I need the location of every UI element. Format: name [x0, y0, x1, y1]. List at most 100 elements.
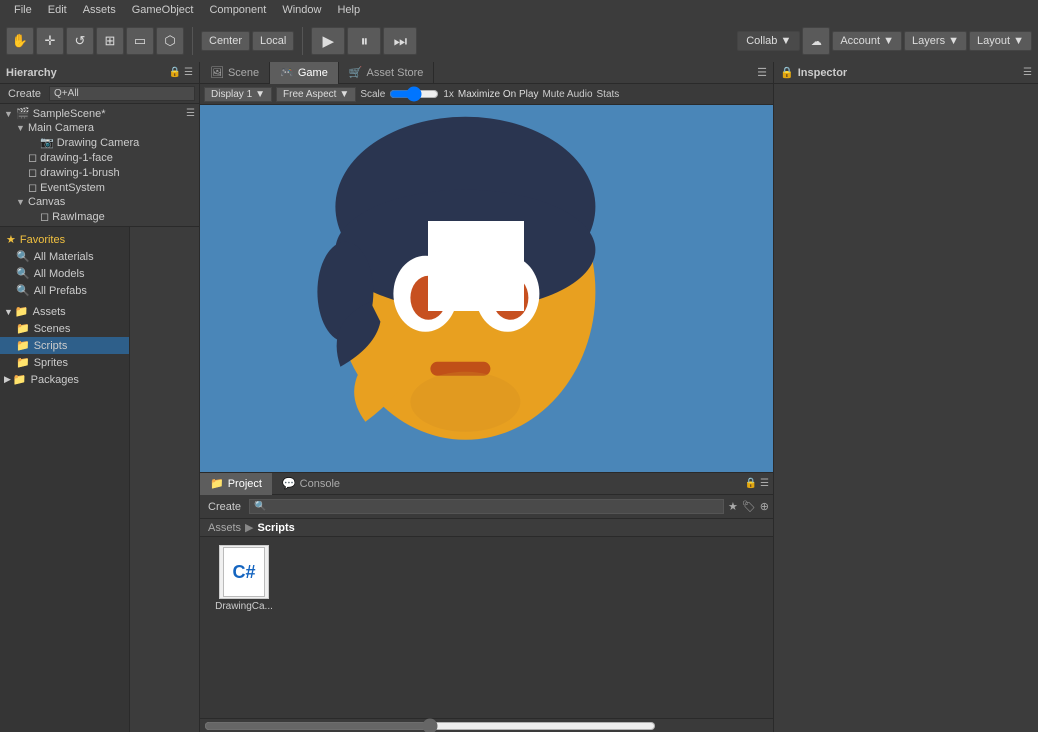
rotate-tool[interactable]: ↺: [66, 27, 94, 55]
hierarchy-item-canvas[interactable]: ▼ Canvas: [0, 195, 199, 209]
inspector-menu-icon[interactable]: ☰: [1023, 67, 1032, 78]
arrow-icon: ▼: [4, 109, 16, 119]
inspector-lock-icon[interactable]: 🔒: [780, 66, 794, 79]
tab-console[interactable]: 💬 Console: [272, 473, 350, 495]
favorites-icon[interactable]: ★: [728, 500, 738, 513]
step-button[interactable]: ⏭: [383, 27, 417, 55]
project-create-button[interactable]: Create: [204, 500, 245, 514]
inspector-header: 🔒 Inspector ☰: [774, 62, 1038, 84]
menu-help[interactable]: Help: [329, 2, 368, 18]
layout-dropdown[interactable]: Layout ▼: [969, 31, 1032, 51]
menubar: File Edit Assets GameObject Component Wi…: [0, 0, 1038, 20]
transform-tool[interactable]: ⬡: [156, 27, 184, 55]
sidebar-all-models[interactable]: 🔍 All Models: [0, 265, 129, 282]
tab-asset-store[interactable]: 🛒 Asset Store: [339, 62, 435, 84]
layers-dropdown[interactable]: Layers ▼: [904, 31, 967, 51]
bottom-tab-bar: 📁 Project 💬 Console 🔒 ☰: [200, 473, 773, 495]
hierarchy-item-drawing1brush[interactable]: ◻ drawing-1-brush: [0, 165, 199, 180]
obj-icon: ◻: [28, 181, 37, 194]
transform-tools: ✋ ✛ ↺ ⊞ ▭ ⬡: [6, 27, 184, 55]
display-dropdown[interactable]: Display 1 ▼: [204, 87, 272, 102]
menu-component[interactable]: Component: [201, 2, 274, 18]
hierarchy-settings-icon[interactable]: ☰: [186, 108, 195, 119]
hierarchy-item-maincamera[interactable]: ▼ Main Camera: [0, 121, 199, 135]
breadcrumb-assets[interactable]: Assets: [208, 522, 241, 534]
menu-file[interactable]: File: [6, 2, 40, 18]
menu-assets[interactable]: Assets: [75, 2, 124, 18]
account-dropdown[interactable]: Account ▼: [832, 31, 902, 51]
scroll-slider[interactable]: [204, 718, 656, 732]
menu-icon[interactable]: ☰: [760, 478, 769, 489]
tab-project[interactable]: 📁 Project: [200, 473, 272, 495]
filter-icon[interactable]: ⊕: [760, 500, 769, 513]
pivot-center-button[interactable]: Center: [201, 31, 250, 51]
arrow-icon: ▼: [16, 197, 28, 207]
play-button[interactable]: ▶: [311, 27, 345, 55]
favorites-label: ★ Favorites: [0, 231, 129, 248]
breadcrumb: Assets ▶ Scripts: [200, 519, 773, 537]
center-main: 🖼 Scene 🎮 Game 🛒 Asset Store ☰ Display 1…: [200, 62, 773, 732]
search-icon: 🔍: [16, 284, 30, 297]
obj-icon: ◻: [28, 151, 37, 164]
rect-tool[interactable]: ▭: [126, 27, 154, 55]
sidebar-packages[interactable]: ▶ 📁 Packages: [0, 371, 129, 388]
game-tab-icon: 🎮: [280, 66, 294, 79]
sidebar-all-materials[interactable]: 🔍 All Materials: [0, 248, 129, 265]
hierarchy-lock-icon[interactable]: 🔒: [169, 67, 181, 78]
hierarchy-create-button[interactable]: Create: [4, 87, 45, 101]
tab-game[interactable]: 🎮 Game: [270, 62, 339, 84]
file-label: DrawingCa...: [215, 601, 273, 612]
sidebar-assets-root[interactable]: ▼ 📁 Assets: [0, 303, 129, 320]
breadcrumb-scripts[interactable]: Scripts: [257, 522, 294, 534]
lock-icon[interactable]: 🔒: [745, 478, 757, 489]
maximize-on-play-label[interactable]: Maximize On Play: [458, 89, 539, 100]
hierarchy-menu-icon[interactable]: ☰: [184, 67, 193, 78]
move-tool[interactable]: ✛: [36, 27, 64, 55]
tag-icon[interactable]: 🏷: [742, 500, 756, 513]
project-files-area: C# DrawingCa...: [200, 537, 773, 718]
aspect-dropdown[interactable]: Free Aspect ▼: [276, 87, 356, 102]
hand-tool[interactable]: ✋: [6, 27, 34, 55]
sidebar-all-prefabs[interactable]: 🔍 All Prefabs: [0, 282, 129, 299]
file-drawingca[interactable]: C# DrawingCa...: [208, 545, 280, 710]
hierarchy-item-drawing1face[interactable]: ◻ drawing-1-face: [0, 150, 199, 165]
menu-gameobject[interactable]: GameObject: [124, 2, 202, 18]
sidebar-scripts[interactable]: 📁 Scripts: [0, 337, 129, 354]
services-group: Collab ▼ ☁ Account ▼ Layers ▼ Layout ▼: [737, 27, 1032, 55]
scene-tab-icon: 🖼: [210, 66, 224, 79]
sidebar-sprites[interactable]: 📁 Sprites: [0, 354, 129, 371]
collab-button[interactable]: Collab ▼: [737, 31, 800, 51]
hierarchy-item-drawingcamera[interactable]: 📷 Drawing Camera: [0, 135, 199, 150]
hierarchy-controls: 🔒 ☰: [169, 67, 193, 78]
sidebar-scenes[interactable]: 📁 Scenes: [0, 320, 129, 337]
scale-tool[interactable]: ⊞: [96, 27, 124, 55]
chevron-down-icon: ▼: [339, 89, 349, 100]
hierarchy-search-input[interactable]: [49, 86, 195, 101]
folder-icon: 📁: [16, 339, 30, 352]
tab-scene[interactable]: 🖼 Scene: [200, 62, 270, 84]
obj-icon: ◻: [28, 166, 37, 179]
console-tab-icon: 💬: [282, 477, 296, 490]
menu-edit[interactable]: Edit: [40, 2, 75, 18]
hierarchy-item-rawimage[interactable]: ◻ RawImage: [0, 209, 199, 224]
toolbar: ✋ ✛ ↺ ⊞ ▭ ⬡ Center Local ▶ ⏸ ⏭ Collab ▼ …: [0, 20, 1038, 62]
project-create-bar: Create ★ 🏷 ⊕: [200, 495, 773, 519]
inspector-panel: 🔒 Inspector ☰: [773, 62, 1038, 732]
hierarchy-item-eventsystem[interactable]: ◻ EventSystem: [0, 180, 199, 195]
tab-more-button[interactable]: ☰: [751, 66, 773, 79]
scene-tab-bar: 🖼 Scene 🎮 Game 🛒 Asset Store ☰: [200, 62, 773, 84]
account-label: Account ▼: [840, 35, 894, 47]
cloud-button[interactable]: ☁: [802, 27, 830, 55]
scale-value: 1x: [443, 89, 454, 100]
csharp-file-icon: C#: [219, 545, 269, 599]
pause-button[interactable]: ⏸: [347, 27, 381, 55]
project-search-input[interactable]: [249, 499, 724, 514]
mute-audio-label[interactable]: Mute Audio: [542, 89, 592, 100]
stats-label[interactable]: Stats: [597, 89, 620, 100]
menu-window[interactable]: Window: [274, 2, 329, 18]
scale-slider[interactable]: [389, 86, 439, 102]
bottom-scrollbar[interactable]: [200, 718, 773, 732]
search-icon: 🔍: [16, 250, 30, 263]
hierarchy-item-samplescene[interactable]: ▼ 🎬 SampleScene* ☰: [0, 106, 199, 121]
local-button[interactable]: Local: [252, 31, 294, 51]
